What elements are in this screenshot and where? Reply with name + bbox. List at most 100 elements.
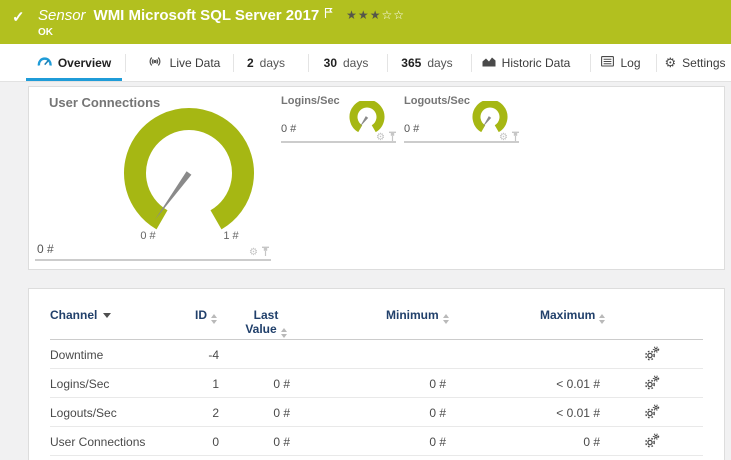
- cell-minimum: 0 #: [429, 377, 446, 391]
- column-header-last-label: Last: [253, 308, 279, 322]
- column-header-value-label: Value: [245, 322, 277, 336]
- tab-overview[interactable]: Overview: [26, 44, 122, 81]
- cell-id: -4: [208, 348, 219, 362]
- tab-live-data-label: Live Data: [169, 55, 221, 70]
- cell-last-value: 0 #: [273, 377, 290, 391]
- gauge-underline: [281, 141, 396, 143]
- cell-channel: Downtime: [50, 348, 104, 362]
- tab-divider: [125, 54, 126, 72]
- column-header-minimum-label: Minimum: [386, 308, 439, 322]
- gauge-pin-icon[interactable]: [511, 129, 520, 147]
- column-header-id-label: ID: [195, 308, 207, 322]
- gauge-corner-icons: ⚙: [499, 129, 520, 147]
- sort-icon: [280, 328, 287, 338]
- gauge-pin-icon[interactable]: [388, 129, 397, 147]
- priority-stars[interactable]: ★★★☆☆: [346, 8, 405, 22]
- gauge-tab-icon: [37, 55, 52, 70]
- cell-minimum: 0 #: [429, 435, 446, 449]
- tab-settings-label: Settings: [682, 55, 726, 70]
- table-row-user-connections[interactable]: User Connections 0 0 # 0 # 0 #: [29, 427, 724, 456]
- tab-2-days-unit: days: [259, 55, 286, 70]
- tab-divider: [308, 54, 309, 72]
- tab-divider: [233, 54, 234, 72]
- tab-365-days[interactable]: 365 days: [392, 44, 462, 81]
- tab-divider: [656, 54, 657, 72]
- column-header-channel[interactable]: Channel: [50, 308, 112, 322]
- tab-historic-data[interactable]: Historic Data: [478, 44, 574, 81]
- gauge-needle: [154, 171, 192, 220]
- channel-settings-gears-icon[interactable]: [644, 375, 660, 395]
- gauge-scale-min: 0 #: [140, 230, 156, 242]
- live-signal-icon: [146, 56, 164, 70]
- gauge-underline: [404, 141, 519, 143]
- column-header-maximum-label: Maximum: [540, 308, 596, 322]
- tab-2-days-number: 2: [246, 55, 254, 70]
- tab-log[interactable]: Log: [598, 44, 644, 81]
- sort-icon: [599, 314, 606, 324]
- tab-30-days[interactable]: 30 days: [315, 44, 377, 81]
- status-check-icon: ✓: [12, 9, 25, 26]
- gauge-underline: [35, 259, 271, 261]
- column-header-maximum[interactable]: Maximum: [540, 308, 606, 324]
- column-header-channel-label: Channel: [50, 308, 98, 322]
- sort-icon: [442, 314, 449, 324]
- log-list-icon: [601, 55, 615, 70]
- gauge-gear-icon[interactable]: ⚙: [249, 248, 258, 258]
- gauges-panel: User Connections 0 # 1 # 0 # ⚙ Logins/Se…: [28, 86, 725, 270]
- historic-chart-icon: [482, 56, 496, 70]
- channels-table-panel: Channel ID Last Value Minimum Maximum Do…: [28, 288, 725, 460]
- tab-divider: [471, 54, 472, 72]
- tab-2-days[interactable]: 2 days: [238, 44, 294, 81]
- tab-divider: [590, 54, 591, 72]
- tab-365-days-number: 365: [401, 55, 422, 70]
- channel-settings-gears-icon[interactable]: [644, 433, 660, 453]
- sort-icon: [211, 314, 217, 324]
- tab-overview-label: Overview: [57, 55, 112, 70]
- table-row-logouts-sec[interactable]: Logouts/Sec 2 0 # 0 # < 0.01 #: [29, 398, 724, 427]
- tab-live-data[interactable]: Live Data: [138, 44, 228, 81]
- sensor-title-row: Sensor WMI Microsoft SQL Server 2017 ★★★…: [38, 6, 405, 25]
- tab-30-days-number: 30: [323, 55, 337, 70]
- cell-last-value: 0 #: [273, 435, 290, 449]
- table-row-downtime[interactable]: Downtime -4: [29, 340, 724, 369]
- gauge-title-logins: Logins/Sec: [281, 95, 340, 107]
- channel-settings-gears-icon[interactable]: [644, 346, 660, 366]
- tab-log-label: Log: [620, 55, 641, 70]
- gauge-value-logins: 0 #: [281, 123, 297, 135]
- cell-minimum: 0 #: [429, 406, 446, 420]
- tab-historic-data-label: Historic Data: [501, 55, 571, 70]
- cell-channel: User Connections: [50, 435, 146, 449]
- settings-gear-icon: ⚙: [664, 55, 677, 70]
- tab-divider: [387, 54, 388, 72]
- channel-settings-gears-icon[interactable]: [644, 404, 660, 424]
- cell-maximum: 0 #: [583, 435, 600, 449]
- cell-channel: Logins/Sec: [50, 377, 110, 391]
- gauge-scale-max: 1 #: [223, 230, 239, 242]
- object-kind-label: Sensor: [38, 7, 86, 24]
- cell-last-value: 0 #: [273, 406, 290, 420]
- sensor-status-header: ✓ Sensor WMI Microsoft SQL Server 2017 ★…: [0, 0, 731, 44]
- column-header-id[interactable]: ID: [195, 308, 217, 324]
- tab-settings[interactable]: ⚙ Settings: [662, 44, 728, 81]
- cell-channel: Logouts/Sec: [50, 406, 117, 420]
- prtg-sensor-page: ✓ Sensor WMI Microsoft SQL Server 2017 ★…: [0, 0, 731, 460]
- gauge-needle: [359, 116, 369, 128]
- gauge-value-user-connections: 0 #: [37, 242, 54, 256]
- sort-down-icon: [103, 313, 112, 318]
- tab-bar: Overview Live Data 2 days 30 days 365 da…: [0, 44, 731, 82]
- tab-365-days-unit: days: [427, 55, 453, 70]
- column-header-minimum[interactable]: Minimum: [386, 308, 449, 324]
- stars-filled: ★★★: [346, 8, 382, 22]
- cell-maximum: < 0.01 #: [556, 377, 600, 391]
- active-tab-underline: [26, 78, 122, 81]
- tab-30-days-unit: days: [343, 55, 369, 70]
- gauge-value-logouts: 0 #: [404, 123, 420, 135]
- table-row-logins-sec[interactable]: Logins/Sec 1 0 # 0 # < 0.01 #: [29, 369, 724, 398]
- sensor-title: WMI Microsoft SQL Server 2017: [93, 7, 320, 24]
- cell-maximum: < 0.01 #: [556, 406, 600, 420]
- row-divider: [50, 455, 703, 456]
- column-header-last-value[interactable]: Last Value: [236, 308, 296, 338]
- priority-flag-icon[interactable]: [324, 6, 333, 24]
- gauge-title-logouts: Logouts/Sec: [404, 95, 471, 107]
- gauge-needle: [482, 116, 492, 128]
